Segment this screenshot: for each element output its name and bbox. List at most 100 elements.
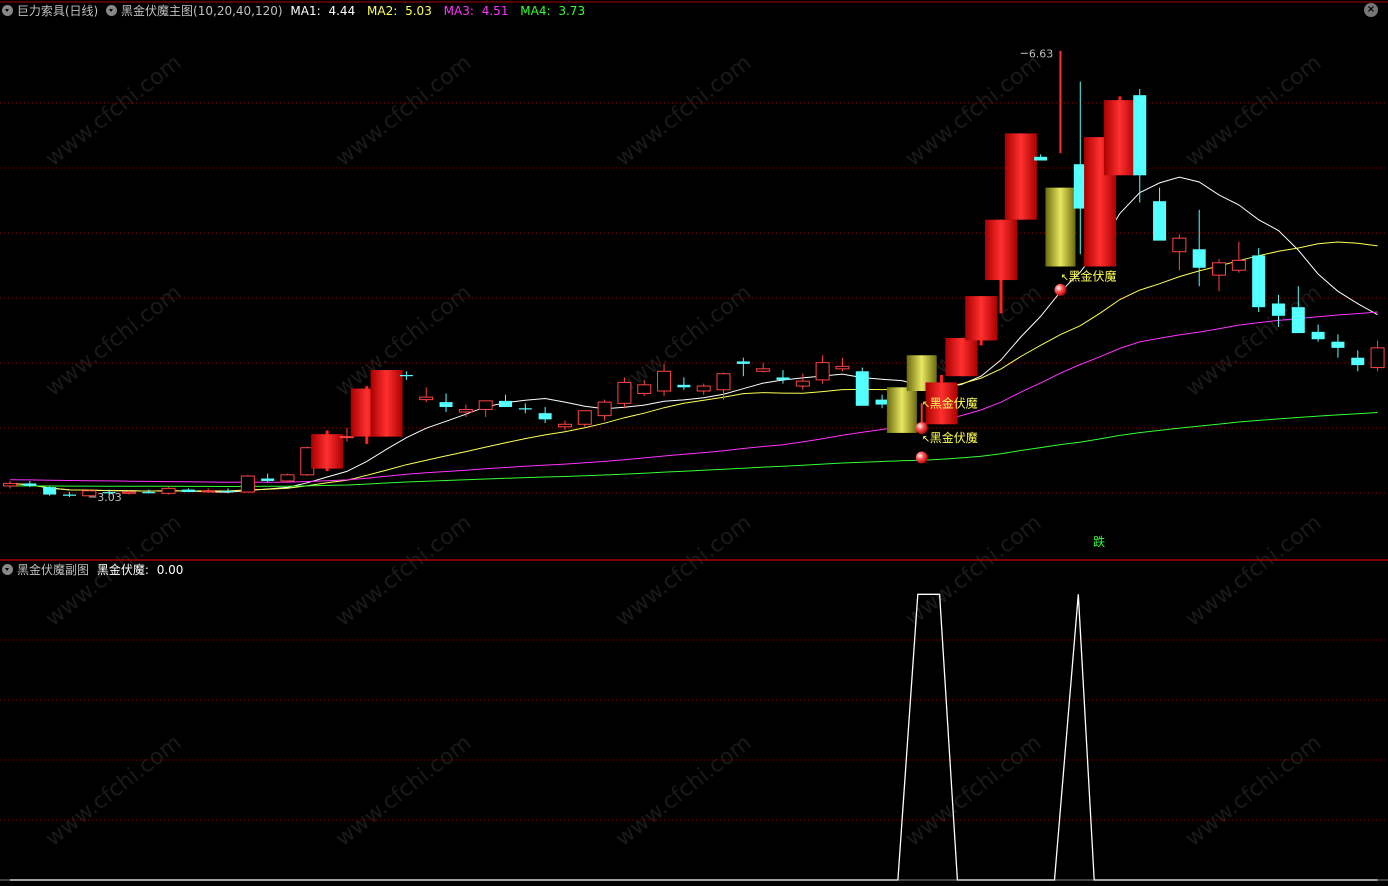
watermark-text: www.cfchi.com (41, 50, 186, 171)
collapse-icon[interactable] (2, 5, 13, 16)
signal-dot (915, 451, 928, 464)
candle-body (161, 487, 176, 494)
candle (458, 404, 473, 417)
candle (1153, 187, 1167, 241)
ma3-label: MA3: 4.51 (443, 4, 509, 18)
candle-body (677, 384, 691, 388)
candle-body (657, 370, 672, 392)
candle (886, 387, 917, 433)
candle-body (1172, 237, 1187, 253)
candle (499, 394, 512, 408)
watermark-text: www.cfchi.com (611, 510, 756, 631)
candle-body (1103, 100, 1136, 176)
candle-body (201, 490, 216, 493)
candle (716, 372, 731, 400)
candle (736, 357, 750, 377)
watermark-text: www.cfchi.com (901, 510, 1046, 631)
candle-body (339, 436, 354, 439)
watermark-text: www.cfchi.com (331, 280, 476, 401)
candle-body (985, 219, 1017, 281)
candle-body (945, 338, 978, 377)
candle-body (221, 490, 235, 493)
watermark-text: www.cfchi.com (331, 50, 476, 171)
candle-body (1311, 331, 1325, 340)
candle-body (518, 408, 532, 410)
candle-body (538, 413, 552, 420)
candle (1311, 324, 1325, 342)
main-indicator-title: 黑金伏魔主图(10,20,40,120) (121, 4, 283, 18)
watermark-text: www.cfchi.com (611, 50, 756, 171)
candle-body (439, 402, 453, 408)
candle-body (776, 377, 790, 380)
sub-indicator-title: 黑金伏魔副图 (17, 563, 90, 577)
candle-body (1004, 133, 1037, 220)
candle (815, 355, 830, 384)
watermark-text: www.cfchi.com (331, 510, 476, 631)
candle-body (280, 474, 295, 482)
candle-body (499, 400, 512, 408)
candle (240, 474, 255, 493)
gold-bar (886, 387, 917, 433)
candle-body (478, 400, 493, 410)
candle (1172, 234, 1187, 271)
watermark-text: www.cfchi.com (41, 730, 186, 851)
candle-body (23, 483, 37, 486)
candle-body (181, 489, 195, 493)
sub-value: 0.00 (156, 563, 184, 577)
candle-body (795, 380, 810, 387)
candle (677, 377, 691, 390)
candle-body (855, 371, 869, 406)
candle-body (716, 373, 731, 391)
watermark-text: www.cfchi.com (1181, 50, 1326, 171)
sub-value-label: 黑金伏魔: 0.00 (96, 563, 184, 577)
watermark-text: www.cfchi.com (611, 730, 756, 851)
candle (478, 400, 493, 417)
candle (875, 394, 889, 409)
indicator-menu-icon[interactable] (106, 5, 118, 16)
price-label: 6.63 (1029, 47, 1054, 60)
candle-body (577, 410, 592, 425)
candle (538, 407, 552, 424)
signal-line (10, 593, 1378, 881)
candle (945, 338, 978, 377)
close-icon[interactable]: × (1364, 3, 1378, 17)
candle-body (1351, 357, 1365, 366)
candle-body (1252, 255, 1266, 308)
candle-body (261, 478, 275, 481)
candle-body (1231, 259, 1246, 271)
candle-body (1370, 347, 1385, 369)
candle-body (1034, 156, 1048, 161)
candle (557, 420, 572, 431)
candle-body (875, 399, 889, 405)
watermark-text: www.cfchi.com (901, 730, 1046, 851)
candle (439, 393, 453, 412)
fall-label: 跌 (1093, 534, 1105, 549)
candle-body (370, 370, 403, 437)
candle-body (3, 482, 17, 487)
candle-body (557, 423, 572, 428)
candle (1103, 96, 1136, 176)
candle (1192, 209, 1206, 287)
gold-bar (1045, 187, 1076, 267)
ma4-value: 3.73 (558, 4, 586, 18)
candle (280, 473, 295, 483)
candle-body (815, 362, 830, 381)
candle-body (43, 487, 57, 495)
signal-label: 黑金伏魔 (930, 395, 978, 410)
candle-body (240, 475, 255, 493)
candle (1045, 50, 1076, 267)
signal-label: 黑金伏魔 (1068, 268, 1116, 283)
candle (1212, 259, 1227, 292)
ma4-label: MA4: 3.73 (520, 4, 586, 18)
candle (696, 383, 711, 395)
candle (121, 490, 136, 495)
candle (855, 367, 869, 406)
signal-arrow-icon: ↖ (922, 434, 930, 445)
collapse-icon[interactable] (2, 564, 13, 575)
chart-canvas[interactable]: www.cfchi.com www.cfchi.com www.cfchi.com w… (0, 0, 1388, 886)
price-label: 3.03 (97, 491, 122, 504)
candle (419, 387, 434, 403)
candle (1133, 89, 1147, 203)
main-chart-title-bar: 巨力索具(日线) 黑金伏魔主图(10,20,40,120) MA1: 4.44 … (0, 3, 593, 19)
candle-body (142, 492, 156, 494)
